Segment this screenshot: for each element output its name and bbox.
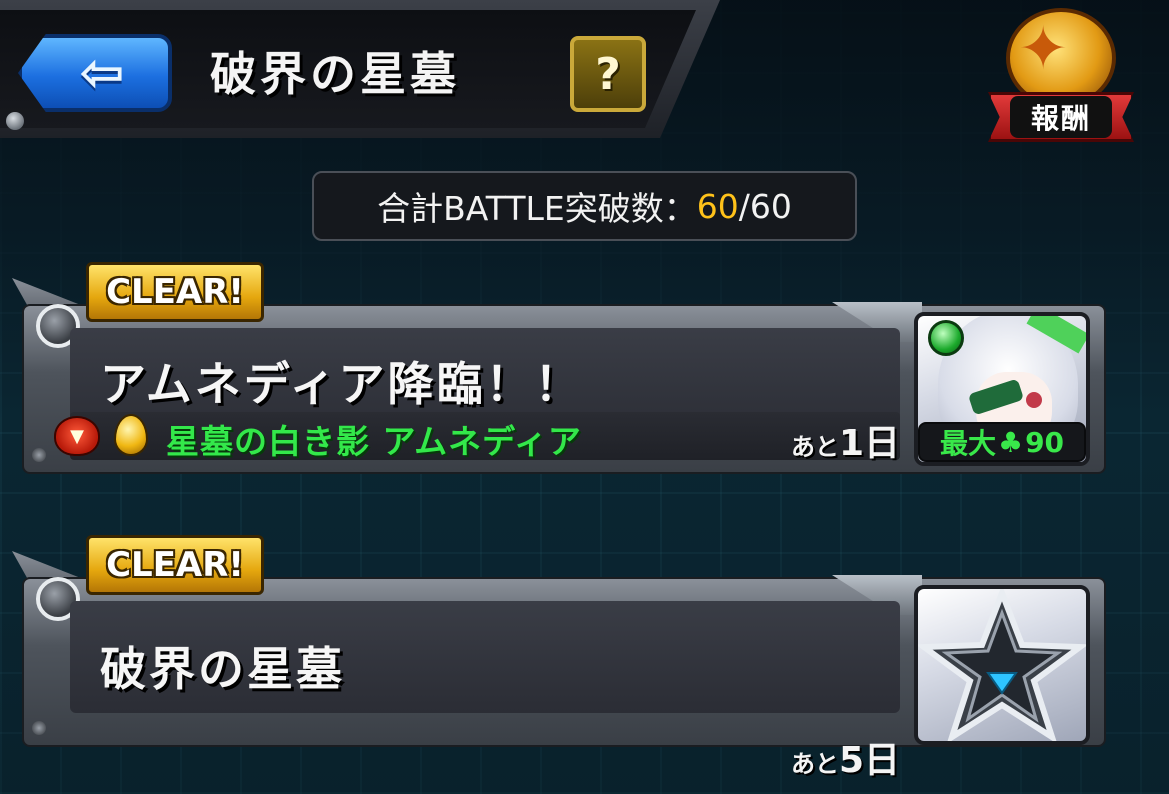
quest-card[interactable]: アムネディア降臨！！ ▼ 星墓の白き影 アムネディア あと1日 CLEAR! 最… [12,262,1106,474]
star-emblem-graphic [918,589,1086,741]
clear-badge: CLEAR! [86,535,264,595]
screw-icon [32,448,46,462]
remaining-days: 5日 [838,740,900,781]
help-button[interactable]: ? [570,36,646,112]
rivet-icon [6,112,24,130]
dragon-icon: ✦ [1018,14,1069,84]
summary-current: 60 [696,186,739,226]
egg-icon [114,414,148,456]
battle-summary: 合計BATTLE突破数： 60 / 60 [312,171,857,241]
wood-element-icon [928,320,964,356]
clear-badge: CLEAR! [86,262,264,322]
question-mark-icon: ? [595,48,621,100]
page-title: 破界の星墓 [210,47,460,101]
quest-title: アムネディア降臨！！ [100,357,584,411]
remaining-days: 1日 [838,423,900,464]
left-arrow-icon: ⇦ [79,41,125,104]
luck-label: 最大 [939,427,996,460]
star-emblem-icon [914,585,1090,745]
reward-button[interactable]: ✦ 報酬 [988,4,1134,144]
devil-icon: ▼ [54,416,100,456]
quest-card[interactable]: 破界の星墓 あと5日 CLEAR! [12,535,1106,781]
remaining-time: あと1日 [750,414,900,466]
luck-value: 90 [1025,425,1065,459]
max-luck-badge: 最大 ♣ 90 [918,422,1086,462]
remaining-time: あと5日 [750,731,900,783]
reward-label: 報酬 [1010,96,1112,138]
remaining-prefix: あと [790,433,839,461]
boss-name: 星墓の白き影 アムネディア [166,422,582,461]
summary-label: 合計BATTLE突破数： [377,189,697,228]
summary-total: 60 [749,186,792,226]
screw-icon [32,721,46,735]
summary-separator: / [738,186,750,226]
remaining-prefix: あと [790,750,839,778]
clover-icon: ♣ [997,425,1024,459]
portrait-eye [1026,392,1042,408]
quest-title: 破界の星墓 [100,642,345,696]
back-button[interactable]: ⇦ [18,34,172,112]
